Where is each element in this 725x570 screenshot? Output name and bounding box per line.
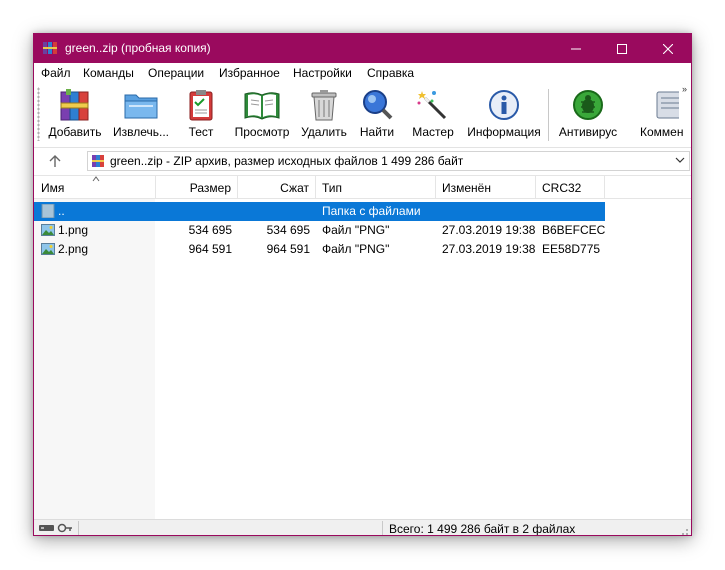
row-name: .. bbox=[58, 204, 65, 218]
row-modified: 27.03.2019 19:38 bbox=[442, 242, 536, 256]
row-modified: 27.03.2019 19:38 bbox=[442, 223, 536, 237]
comment-label: Коммен bbox=[640, 125, 684, 139]
toolbar-separator bbox=[548, 89, 549, 141]
chevron-down-icon[interactable] bbox=[675, 155, 685, 165]
menu-help[interactable]: Справка bbox=[367, 66, 414, 80]
minimize-icon bbox=[571, 48, 581, 49]
row-name: 1.png bbox=[58, 223, 89, 237]
window-title: green..zip (пробная копия) bbox=[65, 41, 211, 55]
row-type: Файл "PNG" bbox=[322, 242, 390, 256]
drive-and-key-icon[interactable] bbox=[39, 522, 73, 534]
wizard-button[interactable]: Мастер bbox=[411, 83, 455, 147]
zip-archive-icon bbox=[92, 155, 104, 167]
comment-button[interactable]: Коммен bbox=[640, 83, 684, 147]
find-button[interactable]: Найти bbox=[359, 83, 395, 147]
png-image-file-icon bbox=[41, 224, 55, 236]
column-crc32[interactable]: CRC32 bbox=[536, 176, 605, 198]
close-icon bbox=[663, 43, 673, 54]
menu-commands[interactable]: Команды bbox=[83, 66, 134, 80]
title-bar[interactable]: green..zip (пробная копия) bbox=[34, 34, 691, 63]
find-label: Найти bbox=[359, 125, 395, 139]
wizard-label: Мастер bbox=[412, 125, 454, 139]
add-button[interactable]: Добавить bbox=[48, 83, 102, 147]
status-total: Всего: 1 499 286 байт в 2 файлах bbox=[389, 522, 576, 536]
address-path: green..zip - ZIP архив, размер исходных … bbox=[110, 154, 464, 168]
column-type[interactable]: Тип bbox=[316, 176, 436, 198]
row-size: 534 695 bbox=[188, 223, 232, 237]
menu-operations[interactable]: Операции bbox=[148, 66, 204, 80]
antivirus-button[interactable]: Антивирус bbox=[559, 83, 617, 147]
up-level-arrow-icon[interactable] bbox=[48, 154, 62, 168]
extract-button[interactable]: Извлечь... bbox=[112, 83, 170, 147]
list-header: Имя Размер Сжат Тип Изменён CRC32 bbox=[34, 176, 691, 199]
antivirus-bug-icon bbox=[573, 90, 603, 120]
status-separator bbox=[78, 521, 79, 535]
delete-label: Удалить bbox=[301, 125, 347, 139]
view-button[interactable]: Просмотр bbox=[234, 83, 290, 147]
row-packed: 534 695 bbox=[266, 223, 310, 237]
menu-settings[interactable]: Настройки bbox=[293, 66, 352, 80]
menu-file[interactable]: Файл bbox=[41, 66, 71, 80]
row-crc32: EE58D775 bbox=[542, 242, 601, 256]
wizard-wand-icon bbox=[417, 91, 447, 120]
status-separator bbox=[382, 521, 383, 535]
maximize-button[interactable] bbox=[599, 34, 645, 63]
extract-label: Извлечь... bbox=[112, 125, 170, 139]
column-modified[interactable]: Изменён bbox=[436, 176, 536, 198]
toolbar-grip[interactable] bbox=[37, 87, 40, 141]
antivirus-label: Антивирус bbox=[558, 125, 618, 139]
row-name: 2.png bbox=[58, 242, 89, 256]
table-row[interactable]: 2.png 964 591 964 591 Файл "PNG" 27.03.2… bbox=[34, 240, 605, 259]
column-size[interactable]: Размер bbox=[156, 176, 238, 198]
column-packed-label: Сжат bbox=[280, 181, 309, 195]
table-row[interactable]: 1.png 534 695 534 695 Файл "PNG" 27.03.2… bbox=[34, 221, 605, 240]
test-label: Тест bbox=[188, 125, 214, 139]
row-crc32: B6BEFCEC bbox=[542, 223, 606, 237]
row-type: Папка с файлами bbox=[322, 204, 421, 218]
sort-ascending-icon bbox=[92, 176, 100, 182]
comment-icon bbox=[656, 91, 679, 119]
address-row: green..zip - ZIP архив, размер исходных … bbox=[34, 148, 691, 175]
column-modified-label: Изменён bbox=[442, 181, 491, 195]
trash-icon bbox=[311, 90, 337, 121]
menu-favorites[interactable]: Избранное bbox=[219, 66, 280, 80]
png-image-file-icon bbox=[41, 243, 55, 255]
resize-grip-icon[interactable] bbox=[679, 526, 689, 536]
column-packed[interactable]: Сжат bbox=[238, 176, 316, 198]
menu-bar: Файл Команды Операции Избранное Настройк… bbox=[34, 63, 691, 83]
row-size: 964 591 bbox=[188, 242, 232, 256]
test-button[interactable]: Тест bbox=[183, 83, 219, 147]
magnifier-icon bbox=[363, 90, 393, 120]
info-icon bbox=[489, 90, 519, 120]
close-button[interactable] bbox=[645, 34, 691, 63]
winrar-window: green..zip (пробная копия) Файл Команды … bbox=[33, 33, 692, 536]
column-name-label: Имя bbox=[41, 181, 65, 195]
info-button[interactable]: Информация bbox=[467, 83, 541, 147]
file-list: Имя Размер Сжат Тип Изменён CRC32 .. Пап… bbox=[34, 175, 691, 520]
minimize-button[interactable] bbox=[553, 34, 599, 63]
toolbar-overflow-chevron-icon[interactable]: » bbox=[682, 84, 687, 94]
winrar-app-icon bbox=[43, 42, 57, 54]
extract-folder-icon bbox=[124, 94, 158, 119]
add-label: Добавить bbox=[48, 125, 102, 139]
address-combobox[interactable]: green..zip - ZIP архив, размер исходных … bbox=[87, 151, 690, 171]
add-archive-icon bbox=[60, 89, 89, 121]
parent-folder-icon bbox=[41, 204, 55, 218]
view-label: Просмотр bbox=[234, 125, 290, 139]
delete-button[interactable]: Удалить bbox=[300, 83, 348, 147]
view-book-icon bbox=[244, 92, 280, 120]
column-crc32-label: CRC32 bbox=[542, 181, 582, 195]
row-type: Файл "PNG" bbox=[322, 223, 390, 237]
maximize-icon bbox=[617, 43, 627, 54]
column-size-label: Размер bbox=[189, 181, 231, 195]
column-type-label: Тип bbox=[322, 181, 343, 195]
test-clipboard-icon bbox=[189, 90, 213, 121]
info-label: Информация bbox=[467, 125, 541, 139]
row-packed: 964 591 bbox=[266, 242, 310, 256]
status-bar: Всего: 1 499 286 байт в 2 файлах bbox=[34, 519, 691, 536]
toolbar: Добавить Извлечь... Тест Просмотр Удалит… bbox=[34, 83, 691, 148]
column-name[interactable]: Имя bbox=[34, 176, 156, 198]
table-row[interactable]: .. Папка с файлами bbox=[34, 202, 605, 221]
